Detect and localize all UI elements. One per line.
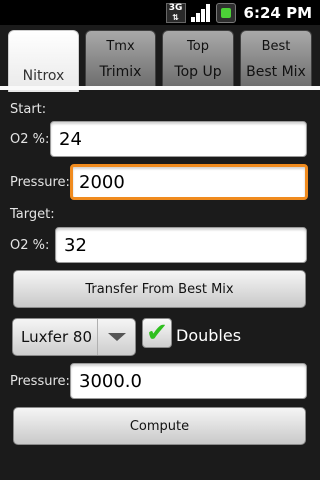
result-pressure-label: Pressure: [10,374,70,389]
network-type-label: 3G [168,2,183,13]
target-o2-input[interactable] [55,227,307,263]
signal-strength-icon [190,3,212,23]
tab-best-mix[interactable]: Best Best Mix [240,30,312,86]
tab-label: Best Mix [246,63,306,80]
start-section-label: Start: [10,102,47,117]
start-pressure-input[interactable] [70,164,308,200]
checkmark-icon: ✔ [146,318,168,348]
target-o2-label: O2 %: [10,238,50,253]
best-mix-tab-icon: Best [261,38,291,54]
tab-trimix[interactable]: Tmx Trimix [85,30,156,86]
result-pressure-input[interactable] [70,363,307,399]
doubles-checkbox[interactable]: ✔ [142,318,172,348]
trimix-tab-icon: Tmx [106,38,135,54]
tab-top-up[interactable]: Top Top Up [162,30,234,86]
cylinder-select-value: Luxfer 80 [21,328,93,346]
battery-charging-icon [215,2,236,23]
start-pressure-label: Pressure: [10,175,70,190]
status-clock: 6:24 PM [243,3,312,22]
tab-bar: Nitrox Tmx Trimix Top Top Up Best Best M… [0,25,320,92]
3g-data-icon: 3G ⇅ [165,2,186,23]
status-bar: 3G ⇅ 6:24 PM [0,0,320,25]
cylinder-select[interactable]: Luxfer 80 [12,318,136,356]
target-section-label: Target: [10,207,55,222]
tab-nitrox[interactable]: Nitrox [8,30,79,92]
doubles-label: Doubles [176,326,242,345]
start-o2-label: O2 %: [10,132,50,147]
status-icons: 3G ⇅ 6:24 PM [165,0,312,25]
tab-label: Trimix [99,63,142,80]
tab-label: Top Up [174,63,222,80]
compute-button[interactable]: Compute [13,407,306,445]
top-up-tab-icon: Top [187,38,209,54]
transfer-from-best-mix-button[interactable]: Transfer From Best Mix [13,270,306,308]
tab-underline [0,86,320,90]
dropdown-arrow-icon [97,319,135,355]
tab-label: Nitrox [22,67,65,84]
start-o2-input[interactable] [50,121,307,157]
